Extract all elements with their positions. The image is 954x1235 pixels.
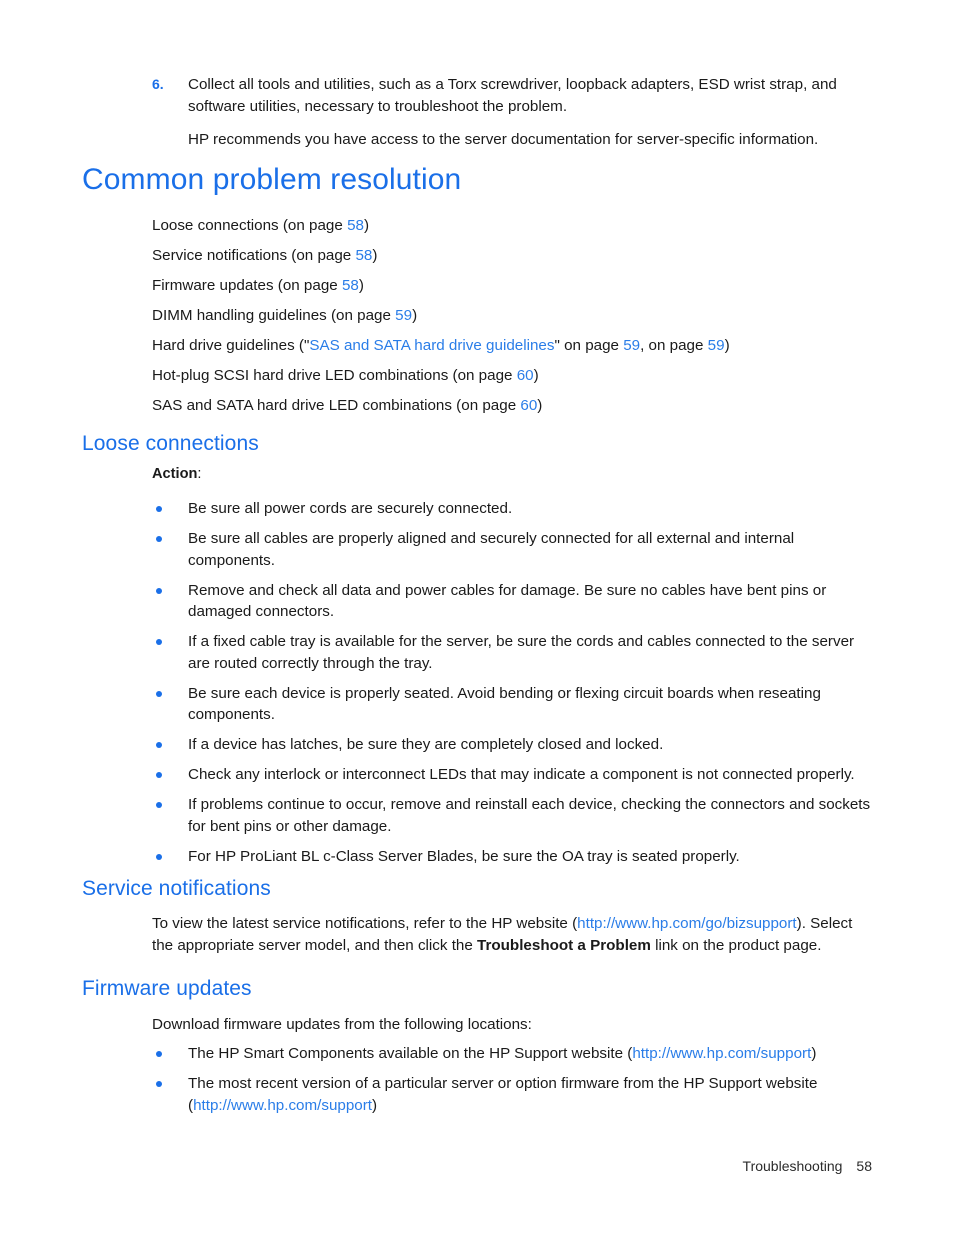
action-label: Action:: [152, 466, 201, 482]
section-heading-service-notifications: Service notifications: [82, 877, 271, 900]
toc-item-label: Firmware updates (on page: [152, 277, 342, 294]
footer-section-name: Troubleshooting: [742, 1158, 843, 1174]
page-link[interactable]: 58: [355, 247, 372, 264]
list-item-text: If a device has latches, be sure they ar…: [188, 736, 664, 753]
footer-page-number: 58: [856, 1158, 872, 1174]
section-heading-loose-connections: Loose connections: [82, 432, 259, 455]
list-item-text: Be sure each device is properly seated. …: [188, 684, 821, 724]
page-link[interactable]: 60: [517, 367, 534, 384]
list-item: Check any interlock or interconnect LEDs…: [152, 764, 872, 786]
toc-item-tail: ): [372, 247, 378, 264]
toc-item-tail: ): [358, 277, 364, 294]
toc-item-mid2: , on page: [640, 337, 708, 354]
list-item: The most recent version of a particular …: [152, 1073, 872, 1116]
toc-item-tail: ): [363, 217, 370, 234]
step-follow-up-text: HP recommends you have access to the ser…: [188, 131, 819, 148]
action-label-colon: :: [197, 466, 202, 482]
paragraph-part-1: To view the latest service notifications…: [152, 915, 578, 932]
list-item: Be sure all power cords are securely con…: [152, 498, 872, 520]
service-notifications-paragraph: To view the latest service notifications…: [152, 913, 872, 956]
toc-item-lead: Hard drive guidelines (": [152, 337, 310, 354]
list-item-text: The most recent version of a particular …: [188, 1073, 872, 1116]
toc-item-firmware-updates[interactable]: Firmware updates (on page 58): [152, 271, 872, 301]
section-heading-firmware-updates: Firmware updates: [82, 977, 252, 1000]
toc-item-tail: ): [537, 397, 543, 414]
list-item: Be sure each device is properly seated. …: [152, 683, 872, 726]
step-number: 6.: [152, 76, 164, 92]
step-text: Collect all tools and utilities, such as…: [188, 76, 837, 115]
toc-item-loose-connections[interactable]: Loose connections (on page 58): [152, 211, 872, 241]
toc-item-label: Hot-plug SCSI hard drive LED combination…: [152, 367, 517, 384]
page-link[interactable]: 59: [708, 337, 725, 354]
list-item-part-1: The HP Smart Components available on the…: [188, 1045, 633, 1062]
firmware-updates-bullet-list: The HP Smart Components available on the…: [152, 1043, 872, 1125]
list-item-text: For HP ProLiant BL c-Class Server Blades…: [188, 847, 740, 865]
toc-item-hot-plug-scsi-led-combinations[interactable]: Hot-plug SCSI hard drive LED combination…: [152, 361, 872, 391]
list-item-text: The HP Smart Components available on the…: [188, 1043, 872, 1065]
list-item: If problems continue to occur, remove an…: [152, 794, 872, 837]
list-item-text: Check any interlock or interconnect LEDs…: [188, 766, 855, 783]
list-item-text: If a fixed cable tray is available for t…: [188, 633, 855, 672]
page-link[interactable]: 58: [347, 217, 364, 234]
toc-item-label: Service notifications (on page: [152, 247, 356, 264]
list-item: Be sure all cables are properly aligned …: [152, 528, 872, 571]
list-item: The HP Smart Components available on the…: [152, 1043, 872, 1065]
toc-item-hard-drive-guidelines[interactable]: Hard drive guidelines ("SAS and SATA har…: [152, 331, 872, 361]
toc-item-dimm-handling-guidelines[interactable]: DIMM handling guidelines (on page 59): [152, 301, 872, 331]
bizsupport-url-link[interactable]: http://www.hp.com/go/bizsupport: [577, 915, 796, 932]
list-item: For HP ProLiant BL c-Class Server Blades…: [152, 846, 872, 868]
numbered-step-6: 6. Collect all tools and utilities, such…: [152, 74, 870, 151]
list-item-text: If problems continue to occur, remove an…: [188, 796, 871, 835]
action-label-text: Action: [152, 466, 198, 482]
page-link[interactable]: 60: [520, 397, 537, 414]
troubleshoot-a-problem-label: Troubleshoot a Problem: [477, 936, 651, 954]
toc-item-label: DIMM handling guidelines (on page: [152, 307, 396, 324]
page-link[interactable]: 58: [342, 277, 359, 294]
toc-item-label: SAS and SATA hard drive LED combinations…: [152, 397, 521, 414]
page-link[interactable]: 59: [623, 337, 640, 354]
step-row: 6. Collect all tools and utilities, such…: [152, 74, 870, 117]
page-title: Common problem resolution: [82, 163, 462, 196]
toc-item-sas-sata-led-combinations[interactable]: SAS and SATA hard drive LED combinations…: [152, 391, 872, 421]
list-item: If a device has latches, be sure they ar…: [152, 734, 872, 756]
toc-item-label: Loose connections (on page: [152, 217, 348, 234]
firmware-updates-intro: Download firmware updates from the follo…: [152, 1016, 532, 1033]
document-page: 6. Collect all tools and utilities, such…: [0, 0, 954, 1235]
cross-reference-list: Loose connections (on page 58) Service n…: [152, 211, 872, 421]
hard-drive-guidelines-link[interactable]: SAS and SATA hard drive guidelines: [309, 337, 554, 354]
toc-item-tail: ): [724, 337, 730, 354]
list-item-part-2: ): [811, 1045, 817, 1062]
list-item-text: Be sure all cables are properly aligned …: [188, 530, 795, 569]
page-link[interactable]: 59: [395, 307, 412, 324]
list-item: Remove and check all data and power cabl…: [152, 580, 872, 623]
toc-item-tail: ): [412, 307, 418, 324]
paragraph-part-3: link on the product page.: [650, 936, 822, 954]
toc-item-mid: " on page: [554, 337, 624, 354]
list-item-text: Remove and check all data and power cabl…: [188, 581, 827, 621]
hp-support-url-link[interactable]: http://www.hp.com/support: [632, 1045, 811, 1062]
toc-item-tail: ): [533, 367, 539, 384]
list-item: If a fixed cable tray is available for t…: [152, 631, 872, 674]
loose-connections-bullet-list: Be sure all power cords are securely con…: [152, 498, 872, 876]
list-item-text: Be sure all power cords are securely con…: [188, 500, 513, 517]
toc-item-service-notifications[interactable]: Service notifications (on page 58): [152, 241, 872, 271]
page-footer: Troubleshooting 58: [0, 1158, 872, 1174]
hp-support-url-link[interactable]: http://www.hp.com/support: [193, 1097, 372, 1114]
list-item-part-2: ): [372, 1096, 378, 1114]
